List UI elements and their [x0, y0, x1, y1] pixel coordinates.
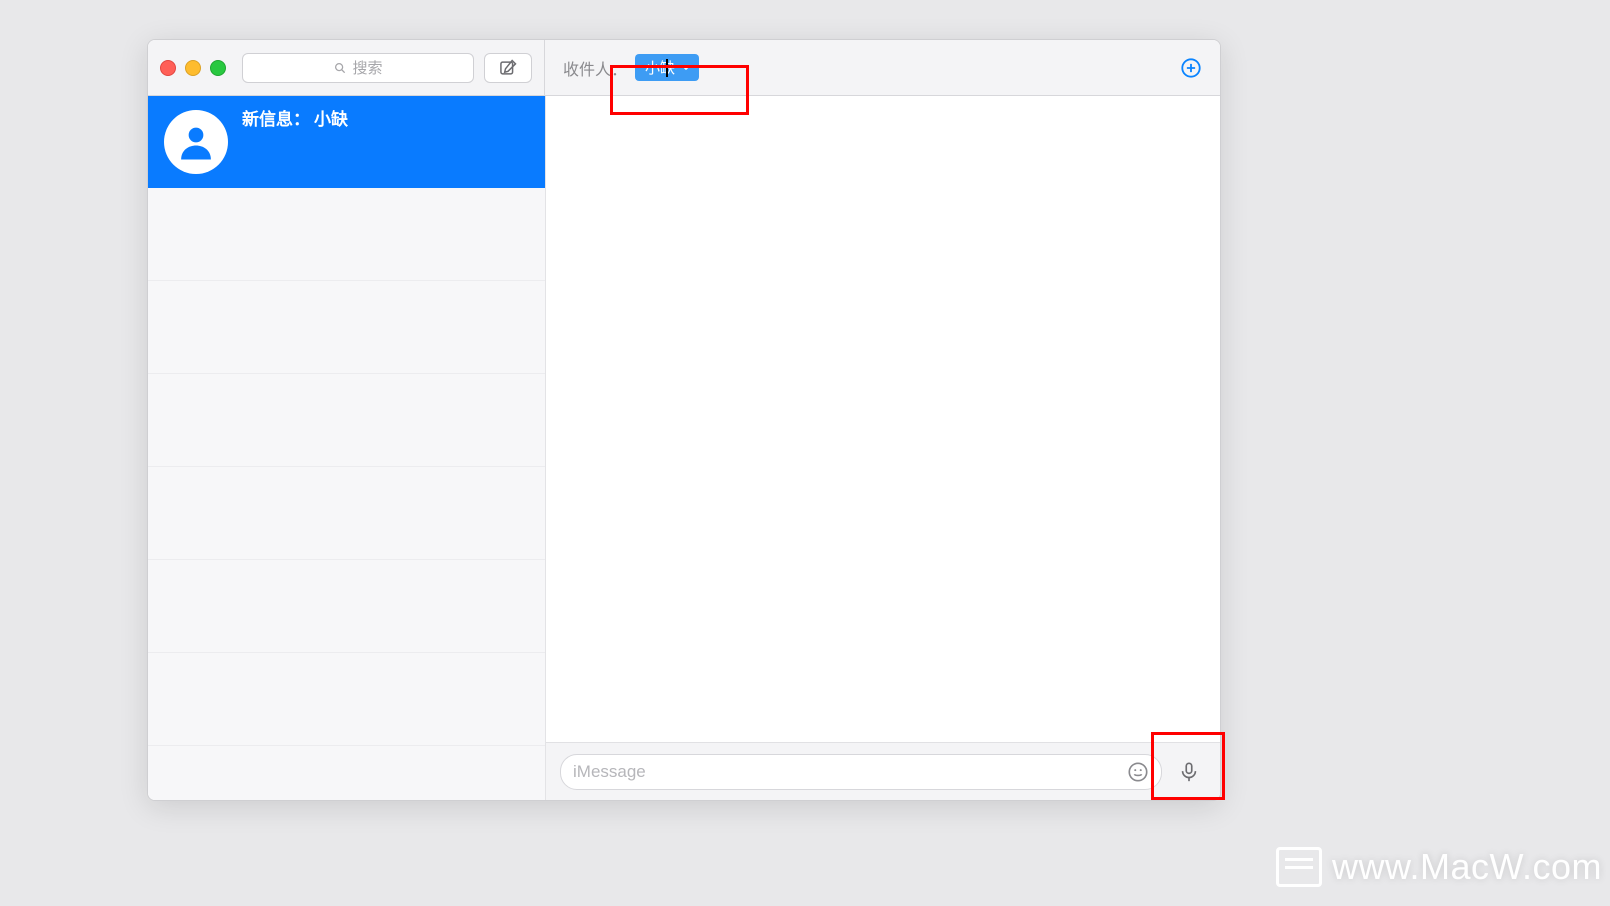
text-caret	[666, 59, 668, 77]
list-item	[148, 560, 545, 653]
conversation-title-name: 小缺	[314, 110, 348, 130]
recipient-chip-name: 小缺	[645, 57, 675, 78]
chat-area	[546, 96, 1220, 742]
empty-rows	[148, 188, 545, 746]
watermark-icon	[1276, 847, 1322, 887]
titlebar: 搜索 收件人： 小缺	[148, 40, 1220, 96]
list-item	[148, 188, 545, 281]
conversation-title: 新信息： 小缺	[242, 96, 348, 130]
messages-window: 搜索 收件人： 小缺	[147, 39, 1221, 801]
recipient-label: 收件人：	[563, 56, 627, 80]
search-icon	[333, 61, 347, 75]
message-input-bar: iMessage	[546, 742, 1220, 800]
emoji-button[interactable]	[1127, 761, 1149, 783]
zoom-window-button[interactable]	[210, 60, 226, 76]
content: 新信息： 小缺 iMessage	[148, 96, 1220, 800]
smiley-icon	[1127, 761, 1149, 783]
close-window-button[interactable]	[160, 60, 176, 76]
recipient-bar: 收件人： 小缺	[545, 40, 1220, 95]
compose-icon	[498, 58, 518, 78]
conversation-sidebar: 新信息： 小缺	[148, 96, 546, 800]
list-item	[148, 653, 545, 746]
window-controls	[160, 60, 226, 76]
watermark: www.MacW.com	[1276, 846, 1602, 888]
list-item	[148, 281, 545, 374]
list-item	[148, 467, 545, 560]
compose-button[interactable]	[484, 53, 532, 83]
recipient-chip[interactable]: 小缺	[635, 54, 699, 81]
search-input[interactable]: 搜索	[242, 53, 474, 83]
add-recipient-button[interactable]	[1180, 57, 1202, 79]
conversation-item-new-message[interactable]: 新信息： 小缺	[148, 96, 545, 188]
person-icon	[175, 121, 217, 163]
avatar	[164, 110, 228, 174]
watermark-text: www.MacW.com	[1332, 846, 1602, 888]
list-item	[148, 374, 545, 467]
minimize-window-button[interactable]	[185, 60, 201, 76]
message-input[interactable]: iMessage	[560, 754, 1162, 790]
message-input-placeholder: iMessage	[573, 762, 646, 782]
conversation-title-prefix: 新信息：	[242, 110, 310, 130]
chat-panel: iMessage	[546, 96, 1220, 800]
voice-message-button[interactable]	[1172, 755, 1206, 789]
plus-circle-icon	[1180, 57, 1202, 79]
search-placeholder: 搜索	[352, 57, 382, 78]
titlebar-left: 搜索	[148, 40, 545, 95]
chevron-down-icon	[681, 63, 691, 73]
microphone-icon	[1178, 761, 1200, 783]
